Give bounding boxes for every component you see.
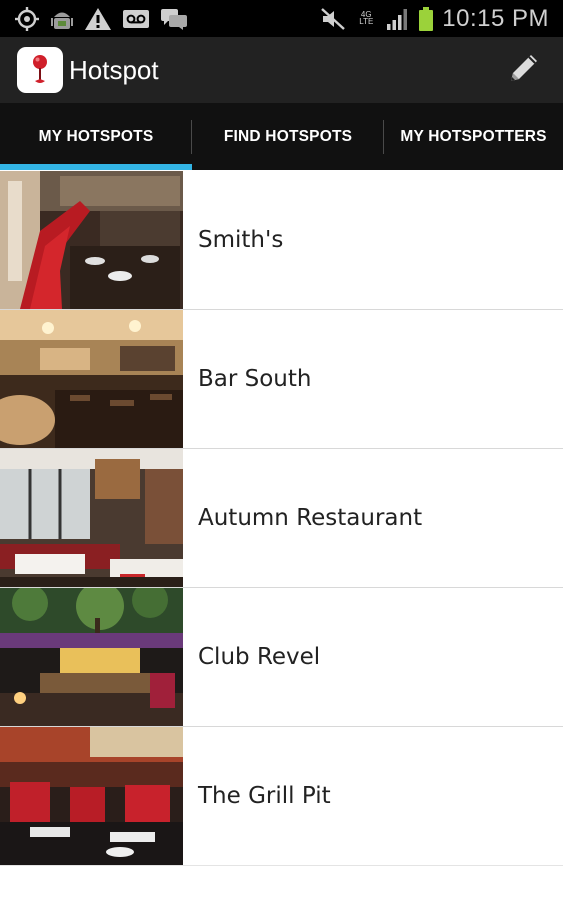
gps-icon (14, 6, 40, 32)
restaurant-red-booths-photo (0, 171, 183, 309)
tab-my-hotspots[interactable]: MY HOTSPOTS (0, 103, 192, 170)
battery-icon (418, 6, 434, 32)
system-icons: 4G LTE 10:15 PM (320, 5, 563, 33)
messages-icon (160, 7, 188, 31)
clock: 10:15 PM (442, 4, 549, 32)
edit-button[interactable] (503, 49, 545, 91)
android-debug-icon (50, 6, 74, 32)
action-bar: Hotspot (0, 37, 563, 103)
dining-room-photo (0, 449, 183, 587)
hotspot-name: Club Revel (198, 644, 321, 670)
list-item[interactable]: Club Revel (0, 588, 563, 727)
hotspot-pin-icon[interactable] (17, 47, 63, 93)
hotspot-name: The Grill Pit (198, 783, 331, 809)
voicemail-icon (122, 8, 150, 30)
mute-icon (320, 7, 346, 31)
warning-icon (84, 6, 112, 32)
tab-my-hotspotters[interactable]: MY HOTSPOTTERS (384, 103, 563, 170)
status-bar: 4G LTE 10:15 PM (0, 0, 563, 37)
signal-icon (386, 7, 410, 31)
app-title: Hotspot (69, 54, 159, 85)
list-item[interactable]: Autumn Restaurant (0, 449, 563, 588)
tab-find-hotspots[interactable]: FIND HOTSPOTS (192, 103, 384, 170)
hotspot-name: Bar South (198, 366, 312, 392)
hotspot-list: Smith's Bar South Autumn Restaurant Club… (0, 171, 563, 866)
club-patio-photo (0, 588, 183, 726)
bar-interior-photo (0, 310, 183, 448)
selected-tab-indicator (0, 164, 192, 170)
edit-pencil-icon (505, 49, 543, 91)
network-type: 4G LTE (359, 10, 374, 26)
tab-bar: MY HOTSPOTS FIND HOTSPOTS MY HOTSPOTTERS (0, 103, 563, 170)
list-item[interactable]: The Grill Pit (0, 727, 563, 866)
notification-icons (0, 6, 188, 32)
tab-label: MY HOTSPOTTERS (400, 127, 547, 145)
grill-restaurant-photo (0, 727, 183, 865)
hotspot-name: Smith's (198, 227, 284, 253)
tab-label: FIND HOTSPOTS (223, 127, 353, 145)
tab-label: MY HOTSPOTS (38, 127, 154, 145)
list-item[interactable]: Smith's (0, 171, 563, 310)
list-item[interactable]: Bar South (0, 310, 563, 449)
hotspot-name: Autumn Restaurant (198, 505, 423, 531)
